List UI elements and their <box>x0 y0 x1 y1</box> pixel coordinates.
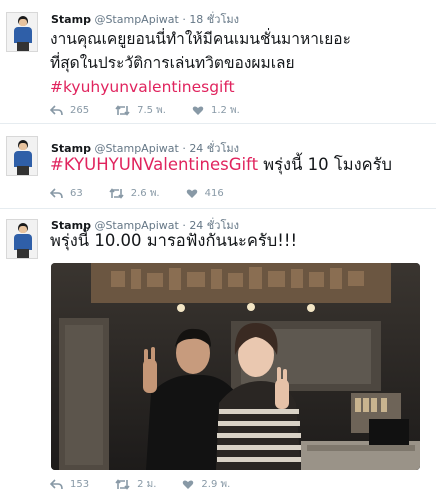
avatar[interactable] <box>6 219 38 259</box>
tweet[interactable]: Stamp @StampApiwat · 18 ชั่วโมง งานคุณเค… <box>0 0 436 123</box>
reply-icon <box>50 105 63 116</box>
reply-icon <box>50 188 63 199</box>
user-handle[interactable]: @StampApiwat <box>94 13 178 26</box>
timestamp[interactable]: 18 ชั่วโมง <box>189 13 239 26</box>
tweet[interactable]: Stamp @StampApiwat · 24 ชั่วโมง #KYUHYUN… <box>0 124 436 208</box>
tweet-actions: 153 2 ม. 2.9 พ. <box>50 477 256 492</box>
avatar[interactable] <box>6 12 38 52</box>
retweet-count: 7.5 พ. <box>137 105 166 116</box>
reply-icon <box>50 479 63 490</box>
tweet-text: พรุ่งนี้ 10.00 มารอฟังกันนะครับ!!! <box>50 229 297 253</box>
tweet-text-line: ที่สุดในประวัติการเล่นทวิตของผมเลย <box>50 54 295 72</box>
tweet-text-body: พรุ่งนี้ 10.00 มารอฟังกันนะครับ!!! <box>50 231 298 250</box>
like-icon <box>183 480 194 489</box>
reply-count: 265 <box>70 105 90 116</box>
retweet-button[interactable]: 2 ม. <box>115 477 156 492</box>
hashtag-link[interactable]: #kyuhyunvalentinesgift <box>50 75 351 99</box>
hashtag-link[interactable]: #KYUHYUNValentinesGift <box>50 155 258 174</box>
tweet-header: Stamp @StampApiwat · 18 ชั่วโมง <box>51 10 239 28</box>
reply-count: 63 <box>70 188 83 199</box>
tweet-photo[interactable] <box>51 263 420 470</box>
like-count: 1.2 พ. <box>210 105 240 116</box>
like-icon <box>186 189 197 198</box>
retweet-button[interactable]: 7.5 พ. <box>115 103 166 118</box>
like-icon <box>192 106 204 115</box>
retweet-icon <box>115 479 130 490</box>
separator-dot: · <box>182 13 186 26</box>
avatar[interactable] <box>6 136 38 176</box>
like-count: 416 <box>204 188 224 199</box>
reply-count: 153 <box>70 479 90 490</box>
tweet-actions: 63 2.6 พ. 416 <box>50 186 250 201</box>
retweet-button[interactable]: 2.6 พ. <box>109 186 160 201</box>
like-button[interactable]: 2.9 พ. <box>182 477 230 492</box>
retweet-count: 2.6 พ. <box>130 188 160 199</box>
retweet-count: 2 ม. <box>137 479 157 490</box>
retweet-icon <box>115 105 130 116</box>
like-count: 2.9 พ. <box>201 479 231 490</box>
reply-button[interactable]: 265 <box>50 105 89 116</box>
tweet-text: งานคุณเคยูยอนนี่ทำให้มีคนเมนชั่นมาหาเยอะ… <box>50 27 351 99</box>
tweet-text-line: งานคุณเคยูยอนนี่ทำให้มีคนเมนชั่นมาหาเยอะ <box>50 30 351 48</box>
tweet[interactable]: Stamp @StampApiwat · 24 ชั่วโมง พรุ่งนี้… <box>0 209 436 500</box>
like-button[interactable]: 416 <box>186 188 224 199</box>
reply-button[interactable]: 63 <box>50 188 83 199</box>
display-name[interactable]: Stamp <box>51 13 91 26</box>
like-button[interactable]: 1.2 พ. <box>192 103 240 118</box>
retweet-icon <box>109 188 124 199</box>
studio-photo-image <box>51 263 420 470</box>
reply-button[interactable]: 153 <box>50 479 89 490</box>
tweet-text-body: พรุ่งนี้ 10 โมงครับ <box>258 155 393 174</box>
tweet-text: #KYUHYUNValentinesGift พรุ่งนี้ 10 โมงคร… <box>50 153 392 177</box>
tweet-actions: 265 7.5 พ. 1.2 พ. <box>50 103 266 118</box>
